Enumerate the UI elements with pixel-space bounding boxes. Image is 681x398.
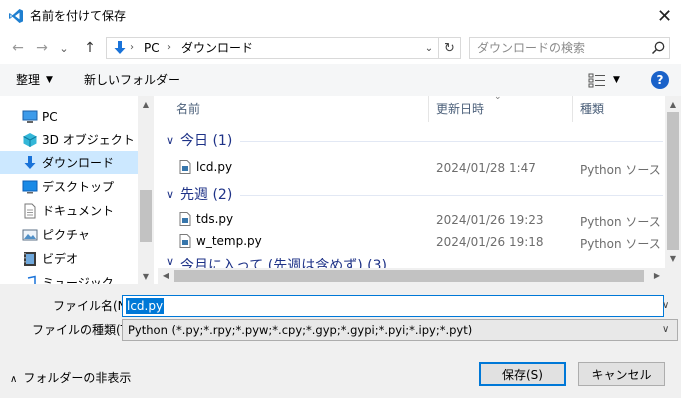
- download-icon: [24, 155, 36, 169]
- python-file-icon: [179, 160, 191, 174]
- organize-menu-button[interactable]: 整理: [16, 72, 40, 88]
- filename-value[interactable]: lcd.py: [126, 298, 165, 314]
- save-button[interactable]: 保存(S): [479, 362, 566, 386]
- breadcrumb-separator[interactable]: ›: [167, 40, 171, 56]
- search-icon[interactable]: [650, 40, 666, 56]
- window-title: 名前を付けて保存: [30, 9, 127, 23]
- breadcrumb-separator[interactable]: ›: [130, 40, 134, 56]
- view-dropdown-icon[interactable]: ▼: [613, 72, 620, 88]
- file-name: tds.py: [196, 212, 234, 226]
- help-button[interactable]: ?: [651, 71, 669, 89]
- filename-input[interactable]: [122, 295, 664, 317]
- group-header-last-week[interactable]: ∨ 先週 (2): [160, 183, 232, 205]
- navigation-pane: PC 3D オブジェクト ダウンロード デスクトップ ドキュメント ピクチャ ビ…: [0, 96, 154, 284]
- sidebar-item-music[interactable]: ミュージック: [0, 271, 138, 284]
- column-header-name[interactable]: 名前: [168, 96, 200, 122]
- chevron-up-icon: ∧: [10, 374, 18, 385]
- sidebar-item-label: ピクチャ: [42, 228, 90, 242]
- group-label: 今日 (1): [180, 133, 233, 149]
- sidebar-item-label: ダウンロード: [42, 156, 115, 170]
- desktop-icon: [22, 180, 38, 193]
- sidebar-item-documents[interactable]: ドキュメント: [0, 199, 138, 222]
- file-name: lcd.py: [196, 160, 233, 174]
- view-options-icon[interactable]: [588, 72, 606, 88]
- filetype-value: Python (*.py;*.rpy;*.pyw;*.cpy;*.gyp;*.g…: [128, 323, 473, 337]
- group-divider: [240, 195, 663, 196]
- sort-indicator-icon: ⌄: [494, 92, 502, 102]
- forward-arrow-icon: →: [36, 40, 48, 56]
- group-label: 先週 (2): [180, 187, 233, 203]
- hide-folders-toggle[interactable]: ∧ フォルダーの非表示: [10, 370, 131, 388]
- refresh-button[interactable]: ↻: [438, 37, 460, 59]
- sidebar-item-label: ドキュメント: [42, 204, 115, 218]
- new-folder-button[interactable]: 新しいフォルダー: [84, 72, 180, 88]
- sidebar-item-label: ミュージック: [42, 276, 114, 284]
- scroll-down-arrow-icon[interactable]: ▼: [138, 272, 154, 281]
- hide-folders-label: フォルダーの非表示: [23, 371, 132, 385]
- up-arrow-icon: ↑: [84, 40, 96, 56]
- forward-button[interactable]: →: [32, 38, 52, 58]
- sidebar-item-3d-objects[interactable]: 3D オブジェクト: [0, 128, 138, 151]
- sidebar-item-label: PC: [42, 109, 58, 124]
- chevron-down-icon: ∨: [165, 133, 175, 147]
- breadcrumb-pc[interactable]: PC: [144, 40, 160, 56]
- document-icon: [24, 203, 36, 218]
- address-dropdown-button[interactable]: ⌄: [420, 37, 438, 59]
- video-icon: [24, 251, 36, 266]
- sidebar-item-label: ビデオ: [42, 252, 79, 266]
- group-divider: [240, 141, 663, 142]
- close-button[interactable]: ✕: [648, 0, 681, 32]
- chevron-down-icon: ∨: [165, 258, 175, 268]
- breadcrumb-downloads[interactable]: ダウンロード: [181, 40, 253, 56]
- vertical-scroll-thumb[interactable]: [667, 112, 679, 250]
- chevron-down-icon: ⌄: [424, 42, 434, 54]
- group-header-this-month[interactable]: ∨ 今月に入って (先週は含めず) (3): [160, 258, 387, 268]
- sidebar-item-label: デスクトップ: [42, 180, 115, 194]
- python-file-icon: [179, 212, 191, 226]
- pictures-icon: [22, 229, 38, 240]
- recent-locations-button[interactable]: ⌄: [56, 38, 72, 58]
- search-placeholder: ダウンロードの検索: [477, 41, 586, 55]
- sidebar-item-pc[interactable]: PC: [0, 105, 138, 128]
- file-date: 2024/01/26 19:18: [436, 235, 544, 249]
- chevron-down-icon[interactable]: ∨: [662, 322, 669, 338]
- up-button[interactable]: ↑: [80, 38, 100, 58]
- close-icon: ✕: [656, 5, 673, 27]
- group-header-today[interactable]: ∨ 今日 (1): [160, 129, 232, 151]
- music-icon: [27, 275, 36, 284]
- file-name: w_temp.py: [196, 234, 262, 248]
- organize-dropdown-icon[interactable]: ▼: [46, 72, 53, 88]
- group-label: 今月に入って (先週は含めず) (3): [180, 258, 387, 268]
- sidebar-item-pictures[interactable]: ピクチャ: [0, 223, 138, 246]
- 3d-objects-icon: [23, 132, 37, 147]
- chevron-down-icon: ∨: [165, 187, 175, 201]
- sidebar-item-label: 3D オブジェクト: [42, 133, 135, 147]
- column-header-date[interactable]: 更新日時: [428, 96, 484, 122]
- scroll-up-arrow-icon[interactable]: ▲: [665, 100, 681, 109]
- chevron-down-icon: ⌄: [59, 41, 69, 55]
- sidebar-item-videos[interactable]: ビデオ: [0, 247, 138, 270]
- pc-icon: [22, 110, 38, 123]
- column-header-type[interactable]: 種類: [572, 96, 604, 122]
- scroll-down-arrow-icon[interactable]: ▼: [665, 254, 681, 263]
- python-file-icon: [179, 234, 191, 248]
- scroll-up-arrow-icon[interactable]: ▲: [138, 100, 154, 109]
- scroll-right-arrow-icon[interactable]: ▶: [649, 271, 665, 280]
- scroll-left-arrow-icon[interactable]: ◀: [158, 271, 174, 280]
- horizontal-scroll-thumb[interactable]: [174, 270, 644, 282]
- download-folder-icon: [114, 41, 126, 54]
- sidebar-item-downloads[interactable]: ダウンロード: [0, 151, 138, 174]
- chevron-down-icon[interactable]: ∨: [662, 298, 669, 314]
- back-button[interactable]: ←: [8, 38, 28, 58]
- back-arrow-icon: ←: [12, 40, 24, 56]
- file-date: 2024/01/28 1:47: [436, 161, 536, 175]
- sidebar-item-desktop[interactable]: デスクトップ: [0, 175, 138, 198]
- sidebar-scroll-thumb[interactable]: [140, 190, 152, 242]
- refresh-icon: ↻: [444, 40, 455, 56]
- cancel-button[interactable]: キャンセル: [578, 362, 665, 386]
- vscode-icon: [9, 9, 23, 23]
- file-date: 2024/01/26 19:23: [436, 213, 544, 227]
- scrollbar-corner: [665, 268, 681, 284]
